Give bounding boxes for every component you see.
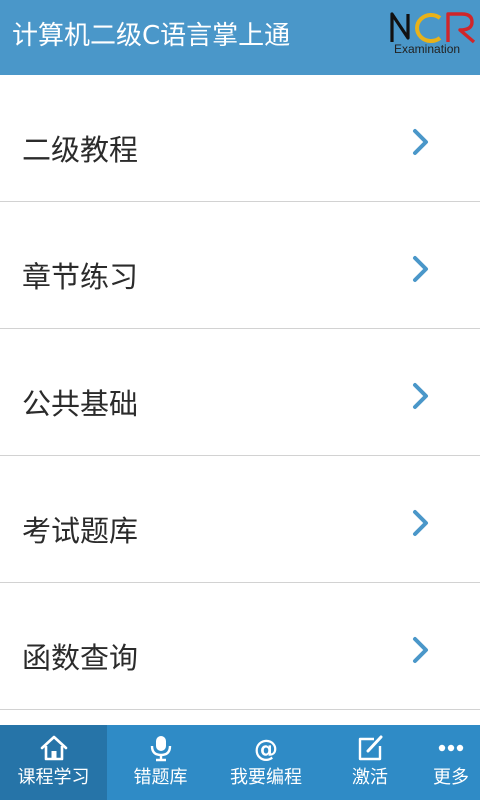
tab-course-study[interactable]: 课程学习 — [0, 725, 107, 800]
chevron-right-icon — [413, 510, 428, 536]
menu-item-public-basics[interactable]: 公共基础 — [0, 329, 480, 456]
chevron-right-icon — [413, 637, 428, 663]
menu-item-label: 章节练习 — [22, 260, 139, 294]
menu-item-tutorial[interactable]: 二级教程 — [0, 75, 480, 202]
svg-text:@: @ — [254, 735, 278, 762]
menu-list: 二级教程 章节练习 公共基础 考试题库 函数查询 — [0, 75, 480, 725]
app-header: 计算机二级C语言掌上通 Examination — [0, 0, 480, 75]
tab-label: 我要编程 — [230, 767, 302, 788]
tab-label: 错题库 — [133, 767, 188, 788]
tab-activate[interactable]: 激活 — [318, 725, 422, 800]
tab-wrong-questions[interactable]: 错题库 — [107, 725, 214, 800]
edit-icon — [358, 735, 383, 761]
chevron-right-icon — [413, 129, 428, 155]
menu-item-label: 公共基础 — [22, 387, 139, 421]
chevron-right-icon — [413, 383, 428, 409]
menu-item-label: 函数查询 — [22, 641, 139, 675]
chevron-right-icon — [413, 256, 428, 282]
bottom-tab-bar: 课程学习 错题库 @ 我要编程 激活 更多 — [0, 725, 480, 800]
menu-item-label: 考试题库 — [22, 514, 139, 548]
menu-item-function-lookup[interactable]: 函数查询 — [0, 583, 480, 710]
menu-item-exam-bank[interactable]: 考试题库 — [0, 456, 480, 583]
more-icon — [438, 744, 464, 752]
ncre-logo: Examination — [388, 8, 478, 64]
menu-item-chapter-practice[interactable]: 章节练习 — [0, 202, 480, 329]
logo-subtitle: Examination — [394, 42, 461, 56]
microphone-icon — [150, 736, 171, 762]
menu-item-label: 二级教程 — [22, 133, 139, 167]
app-title: 计算机二级C语言掌上通 — [12, 21, 291, 51]
tab-programming[interactable]: @ 我要编程 — [214, 725, 318, 800]
tab-label: 更多 — [433, 767, 469, 788]
at-sign-icon: @ — [254, 735, 278, 762]
tab-label: 课程学习 — [17, 767, 90, 788]
tab-more[interactable]: 更多 — [422, 725, 480, 800]
tab-label: 激活 — [352, 767, 388, 788]
home-icon — [40, 735, 67, 761]
